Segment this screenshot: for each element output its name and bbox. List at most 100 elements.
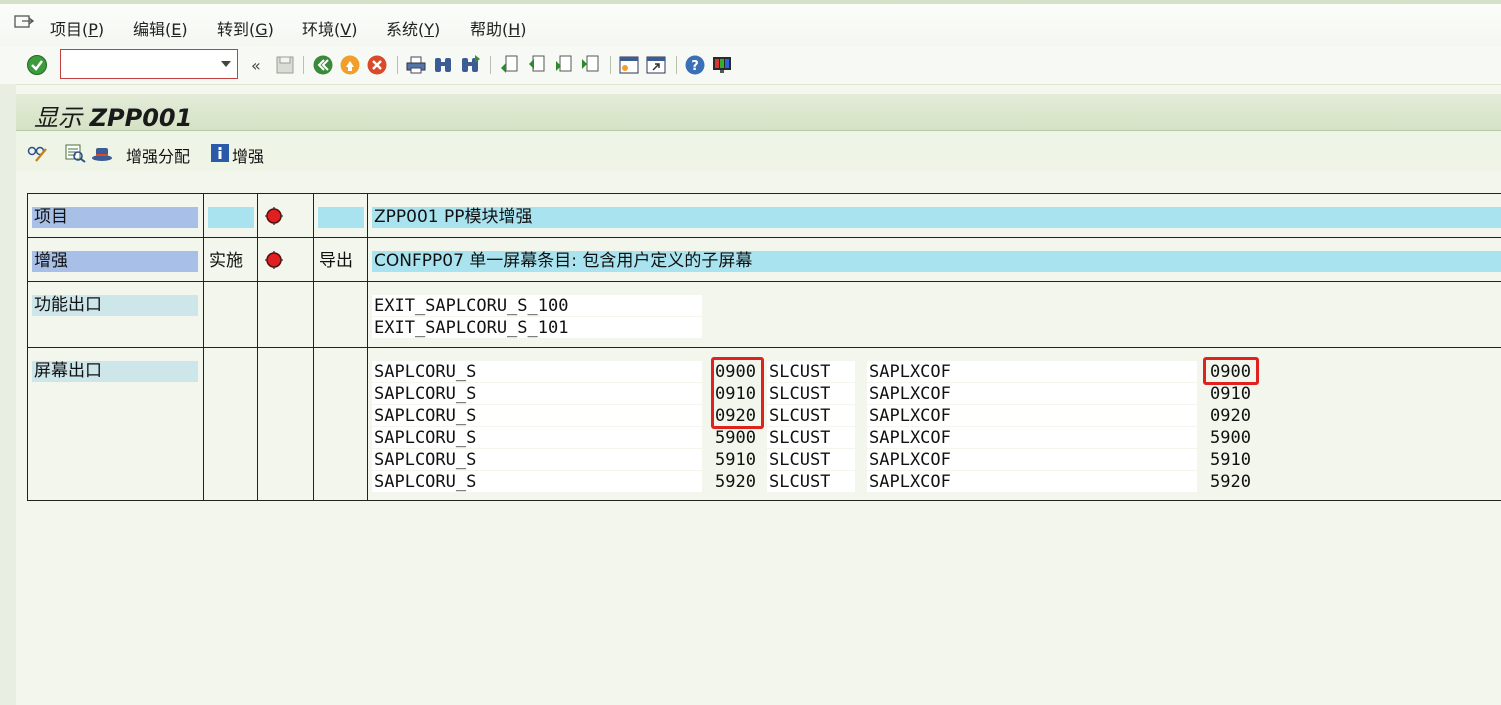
- highlight-box: [1203, 357, 1259, 385]
- screen-exit-sub-number[interactable]: 0920: [1208, 405, 1251, 427]
- col-divider: [367, 193, 368, 501]
- info-icon[interactable]: [210, 143, 232, 163]
- screen-exit-area[interactable]: SLCUST: [767, 361, 855, 382]
- help-icon[interactable]: ?: [684, 54, 706, 76]
- new-session-icon[interactable]: [618, 54, 640, 76]
- red-light-icon: [265, 207, 283, 225]
- first-page-icon[interactable]: [498, 54, 520, 76]
- toolbar-separator: [397, 56, 398, 74]
- menu-bar: 项目(P) 编辑(E) 转到(G) 环境(V) 系统(Y) 帮助(H): [0, 0, 1501, 46]
- screen-exit-sub-number[interactable]: 5900: [1208, 427, 1251, 449]
- screen-exit-program[interactable]: SAPLCORU_S: [372, 361, 702, 382]
- command-field[interactable]: [60, 49, 238, 79]
- screen-exit-program-text: SAPLCORU_S: [374, 406, 477, 426]
- screen-exit-sub-program-text: SAPLXCOF: [869, 384, 951, 404]
- screen-exit-number-text: 5910: [715, 450, 756, 470]
- screen-exit-sub-program-text: SAPLXCOF: [869, 450, 951, 470]
- menu-project[interactable]: 项目(P): [50, 16, 104, 40]
- red-light-icon: [265, 251, 283, 269]
- screen-exit-sub-program[interactable]: SAPLXCOF: [867, 471, 1197, 492]
- screen-exit-area[interactable]: SLCUST: [767, 471, 855, 492]
- function-exit-item[interactable]: EXIT_SAPLCORU_S_100: [372, 295, 702, 316]
- menu-system[interactable]: 系统(Y): [386, 16, 440, 40]
- screen-exit-area-text: SLCUST: [769, 362, 831, 382]
- screen-exit-sub-program-text: SAPLXCOF: [869, 406, 951, 426]
- hat-icon[interactable]: [91, 143, 113, 163]
- screen-exit-sub-program-text: SAPLXCOF: [869, 362, 951, 382]
- screen-exit-number[interactable]: 5910: [713, 449, 756, 471]
- menu-goto[interactable]: 转到(G): [217, 16, 274, 40]
- col-divider: [313, 193, 314, 501]
- project-status-cell: [208, 207, 254, 228]
- screen-exit-program[interactable]: SAPLCORU_S: [372, 427, 702, 448]
- screen-exit-program[interactable]: SAPLCORU_S: [372, 405, 702, 426]
- enter-check-icon[interactable]: [26, 54, 48, 76]
- title-bar: 显示 ZPP001: [16, 94, 1501, 132]
- screen-exit-sub-program[interactable]: SAPLXCOF: [867, 449, 1197, 470]
- screen-exit-sub-number-text: 5900: [1210, 428, 1251, 448]
- screen-exit-program-text: SAPLCORU_S: [374, 362, 477, 382]
- screen-exit-area[interactable]: SLCUST: [767, 405, 855, 426]
- menu-edit[interactable]: 编辑(E): [133, 16, 188, 40]
- toolbar-separator: [676, 56, 677, 74]
- screen-exit-sub-number-text: 0910: [1210, 384, 1251, 404]
- toolbar-separator: [490, 56, 491, 74]
- shortcut-icon[interactable]: [645, 54, 667, 76]
- enhancement-label: 增强: [32, 251, 198, 272]
- screen-exit-number[interactable]: 5920: [713, 471, 756, 493]
- screen-exit-sub-number[interactable]: 5920: [1208, 471, 1251, 493]
- application-toolbar: 增强分配 增强: [16, 131, 1501, 171]
- back-icon[interactable]: [312, 54, 334, 76]
- find-icon[interactable]: [432, 54, 454, 76]
- standard-toolbar: « ?: [0, 46, 1501, 85]
- screen-exit-sub-number[interactable]: 5910: [1208, 449, 1251, 471]
- left-strip: [0, 84, 16, 705]
- chevron-down-icon[interactable]: [221, 61, 231, 67]
- next-page-icon[interactable]: [552, 54, 574, 76]
- screen-exit-area-text: SLCUST: [769, 406, 831, 426]
- screen-exit-sub-number[interactable]: 0910: [1208, 383, 1251, 405]
- screen-exit-number-text: 5920: [715, 472, 756, 492]
- print-icon[interactable]: [405, 54, 427, 76]
- menu-environment[interactable]: 环境(V): [302, 16, 357, 40]
- screen-exit-area[interactable]: SLCUST: [767, 427, 855, 448]
- row-divider: [27, 347, 1501, 348]
- highlight-box: [711, 357, 764, 429]
- enhancement-assignment-button[interactable]: 增强分配: [126, 143, 190, 167]
- screen-exit-program[interactable]: SAPLCORU_S: [372, 471, 702, 492]
- function-exit-item[interactable]: EXIT_SAPLCORU_S_101: [372, 317, 702, 338]
- where-used-icon[interactable]: [64, 143, 86, 163]
- screen-exit-label: 屏幕出口: [32, 361, 198, 382]
- command-input[interactable]: [65, 53, 217, 75]
- save-icon[interactable]: [274, 54, 296, 76]
- menu-icon[interactable]: [14, 14, 34, 30]
- export-label: 导出: [319, 251, 353, 271]
- enhancement-button[interactable]: 增强: [232, 143, 264, 167]
- screen-exit-area-text: SLCUST: [769, 384, 831, 404]
- screen-exit-sub-number-text: 0920: [1210, 406, 1251, 426]
- screen-exit-sub-program[interactable]: SAPLXCOF: [867, 361, 1197, 382]
- last-page-icon[interactable]: [579, 54, 601, 76]
- menu-help[interactable]: 帮助(H): [470, 16, 527, 40]
- project-export-cell: [318, 207, 364, 228]
- screen-exit-area[interactable]: SLCUST: [767, 449, 855, 470]
- exit-icon[interactable]: [339, 54, 361, 76]
- project-value: ZPP001 PP模块增强: [372, 207, 1501, 228]
- screen-exit-sub-program[interactable]: SAPLXCOF: [867, 427, 1197, 448]
- screen-exit-number-text: 5900: [715, 428, 756, 448]
- cancel-icon[interactable]: [366, 54, 388, 76]
- screen-exit-number[interactable]: 5900: [713, 427, 756, 449]
- screen-exit-sub-program[interactable]: SAPLXCOF: [867, 383, 1197, 404]
- enhancement-value: CONFPP07 单一屏幕条目: 包含用户定义的子屏幕: [372, 251, 1501, 272]
- screen-exit-program-text: SAPLCORU_S: [374, 472, 477, 492]
- screen-exit-program[interactable]: SAPLCORU_S: [372, 383, 702, 404]
- screen-exit-area[interactable]: SLCUST: [767, 383, 855, 404]
- screen-exit-sub-program[interactable]: SAPLXCOF: [867, 405, 1197, 426]
- find-next-icon[interactable]: [459, 54, 481, 76]
- screen-exit-program[interactable]: SAPLCORU_S: [372, 449, 702, 470]
- collapse-icon[interactable]: «: [251, 56, 261, 75]
- display-change-icon[interactable]: [26, 143, 48, 163]
- customize-layout-icon[interactable]: [711, 54, 733, 76]
- previous-page-icon[interactable]: [525, 54, 547, 76]
- page-title: 显示 ZPP001: [34, 104, 193, 132]
